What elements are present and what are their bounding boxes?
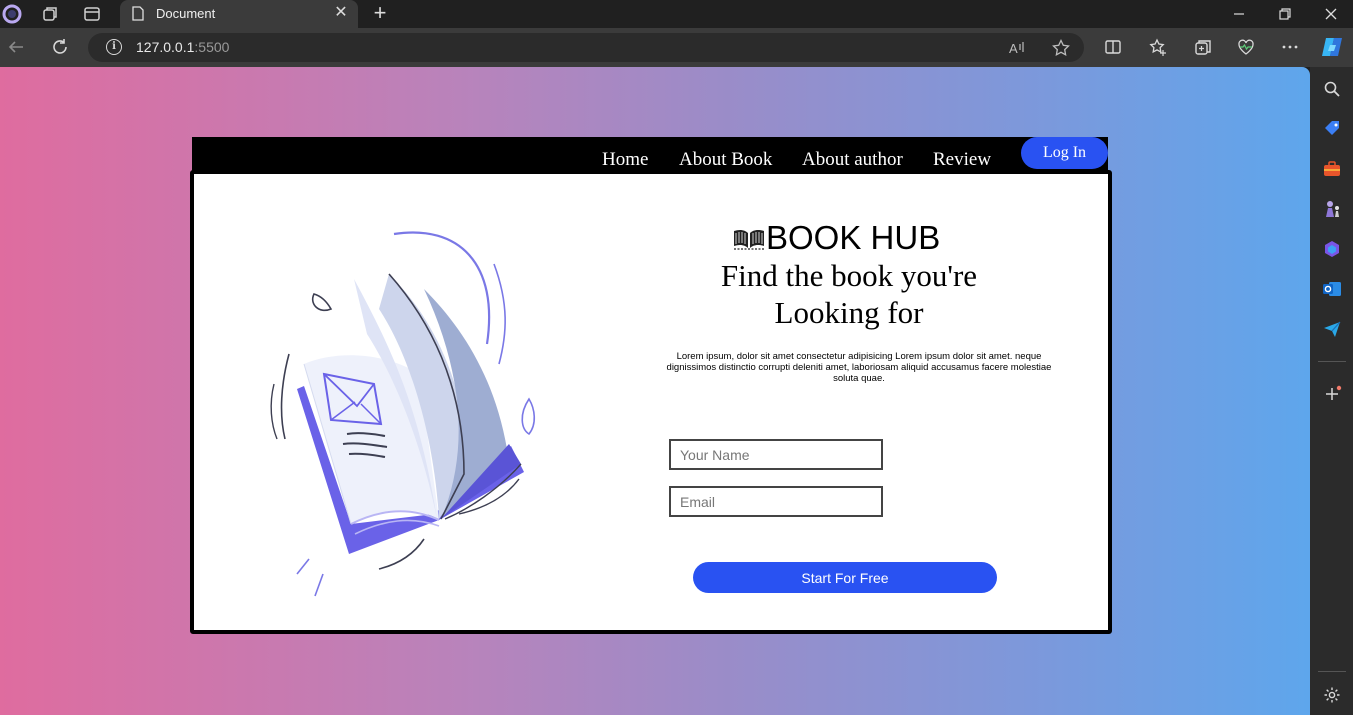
open-book-illustration xyxy=(270,231,536,597)
hero-card: BOOK HUB Find the book you're Looking fo… xyxy=(190,170,1112,634)
sidebar-divider xyxy=(1318,361,1346,362)
nav-review-link[interactable]: Review xyxy=(933,149,991,171)
tab-title: Document xyxy=(156,6,216,21)
tools-icon[interactable] xyxy=(1321,158,1343,180)
microsoft-365-icon[interactable] xyxy=(1321,238,1343,260)
nav-home-link[interactable]: Home xyxy=(602,149,648,171)
site-navbar: Home About Book About author Review Log … xyxy=(192,137,1108,174)
profile-icon[interactable] xyxy=(2,4,22,24)
url-port: :5500 xyxy=(194,39,230,55)
tab-actions-icon[interactable] xyxy=(82,4,102,24)
workspaces-icon[interactable] xyxy=(40,4,60,24)
nav-about-author-link[interactable]: About author xyxy=(802,149,903,171)
active-tab[interactable]: Document ✕ xyxy=(120,0,358,28)
start-for-free-button[interactable]: Start For Free xyxy=(693,562,997,593)
send-icon[interactable] xyxy=(1321,318,1343,340)
favorites-icon[interactable] xyxy=(1147,36,1169,58)
browser-essentials-icon[interactable] xyxy=(1235,36,1257,58)
open-book-logo-icon xyxy=(734,229,764,250)
more-options-icon[interactable] xyxy=(1279,36,1301,58)
settings-gear-icon[interactable] xyxy=(1321,684,1343,706)
login-button[interactable]: Log In xyxy=(1021,137,1108,169)
sidebar-divider xyxy=(1318,671,1346,672)
favorite-star-icon[interactable] xyxy=(1050,37,1072,59)
minimize-icon[interactable] xyxy=(1224,4,1254,24)
games-icon[interactable] xyxy=(1321,198,1343,220)
address-bar[interactable]: i 127.0.0.1:5500 A xyxy=(88,33,1084,62)
outlook-icon[interactable] xyxy=(1321,278,1343,300)
tab-strip: Document ✕ + xyxy=(0,0,1353,28)
new-tab-icon[interactable]: + xyxy=(370,2,390,24)
brand-name: BOOK HUB xyxy=(766,219,941,256)
hero-description: Lorem ipsum, dolor sit amet consectetur … xyxy=(666,350,1052,384)
url-text[interactable]: 127.0.0.1:5500 xyxy=(136,39,229,55)
site-info-icon[interactable]: i xyxy=(106,39,122,55)
copilot-icon[interactable] xyxy=(1320,35,1344,59)
url-host: 127.0.0.1 xyxy=(136,39,195,55)
nav-about-book-link[interactable]: About Book xyxy=(679,149,772,171)
add-app-icon[interactable] xyxy=(1321,383,1343,405)
close-window-icon[interactable] xyxy=(1316,4,1346,24)
hero-headline: Find the book you're Looking for xyxy=(649,257,1049,331)
brand: BOOK HUB xyxy=(732,218,940,258)
email-input[interactable] xyxy=(669,486,883,517)
split-screen-icon[interactable] xyxy=(1102,36,1124,58)
page-viewport: Home About Book About author Review Log … xyxy=(0,67,1310,715)
restore-icon[interactable] xyxy=(1270,4,1300,24)
search-icon[interactable] xyxy=(1321,78,1343,100)
svg-text:A: A xyxy=(1009,41,1018,56)
name-input[interactable] xyxy=(669,439,883,470)
shopping-tag-icon[interactable] xyxy=(1321,118,1343,140)
headline-line-1: Find the book you're xyxy=(720,258,978,293)
read-aloud-icon[interactable]: A xyxy=(1006,37,1028,59)
document-icon xyxy=(132,6,144,21)
back-icon[interactable] xyxy=(5,36,27,58)
close-tab-icon[interactable]: ✕ xyxy=(332,4,350,22)
side-panel xyxy=(1310,67,1353,715)
refresh-icon[interactable] xyxy=(49,36,71,58)
headline-line-2: Looking for xyxy=(774,295,924,330)
collections-icon[interactable] xyxy=(1192,36,1214,58)
browser-toolbar: i 127.0.0.1:5500 A xyxy=(0,28,1353,67)
